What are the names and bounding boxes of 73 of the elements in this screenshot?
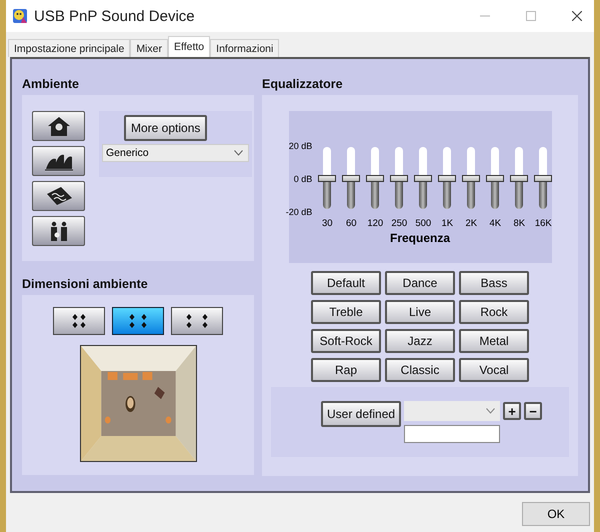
preset-button[interactable]: Classic [385, 358, 455, 382]
tab[interactable]: Effetto [168, 36, 210, 57]
frequency-label: 60 [346, 218, 357, 229]
section-title: Dimensioni ambiente [22, 277, 148, 291]
slider-track[interactable] [342, 147, 360, 209]
slider-track[interactable] [462, 147, 480, 209]
slider-thumb[interactable] [486, 175, 504, 182]
frequency-label: 16K [534, 218, 552, 229]
room-size-button[interactable] [112, 307, 164, 335]
tab[interactable]: Mixer [130, 39, 168, 57]
scale-label: -20 dB [286, 207, 312, 217]
slider-thumb[interactable] [462, 175, 480, 182]
tab[interactable]: Impostazione principale [8, 39, 130, 57]
preset-button[interactable]: Metal [459, 329, 529, 353]
tab[interactable]: Informazioni [210, 39, 280, 57]
slider-thumb[interactable] [318, 175, 336, 182]
slider-track[interactable] [366, 147, 384, 209]
scale-label: 20 dB [288, 141, 312, 151]
slider-track[interactable] [534, 147, 552, 209]
axis-label: Frequenza [390, 231, 450, 245]
frequency-label: 250 [391, 218, 408, 229]
speakers-icon [185, 314, 209, 328]
frequency-label: 120 [367, 218, 384, 229]
slider-track[interactable] [318, 147, 336, 209]
slider-track[interactable] [390, 147, 408, 209]
frequency-label: 500 [415, 218, 432, 229]
chevron-down-icon [486, 408, 496, 414]
user-defined-button[interactable]: User defined [321, 401, 402, 427]
slider-track[interactable] [438, 147, 456, 209]
environment-button[interactable] [32, 111, 85, 141]
frequency-label: 4K [489, 218, 502, 229]
frequency-label: 2K [465, 218, 478, 229]
name-field[interactable] [404, 425, 500, 443]
more-options-button[interactable]: More options [124, 115, 208, 141]
chevron-down-icon [234, 150, 243, 156]
slider-thumb[interactable] [414, 175, 432, 182]
preset-button[interactable]: Bass [459, 271, 529, 295]
slider-thumb[interactable] [366, 175, 384, 182]
close-icon[interactable] [572, 11, 582, 21]
preset-button[interactable]: Rock [459, 300, 529, 324]
environment-button[interactable] [32, 146, 85, 176]
preset-button[interactable]: Soft-Rock [311, 329, 381, 353]
slider-track[interactable] [414, 147, 432, 209]
slider-thumb[interactable] [510, 175, 528, 182]
slider-track[interactable] [486, 147, 504, 209]
slider-thumb[interactable] [342, 175, 360, 182]
preset-button[interactable]: Vocal [459, 358, 529, 382]
environment-dropdown[interactable]: Generico [102, 144, 249, 162]
remove-button[interactable]: − [524, 402, 542, 420]
slider-thumb[interactable] [390, 175, 408, 182]
frequency-label: 8K [513, 218, 526, 229]
slider-track[interactable] [510, 147, 528, 209]
preset-button[interactable]: Live [385, 300, 455, 324]
preset-button[interactable]: Rap [311, 358, 381, 382]
room-size-button[interactable] [171, 307, 223, 335]
scale-label: 0 dB [294, 174, 312, 184]
environment-button[interactable] [32, 181, 85, 211]
frequency-label: 30 [322, 218, 333, 229]
section-title: Equalizzatore [262, 77, 343, 91]
slider-thumb[interactable] [534, 175, 552, 182]
preset-button[interactable]: Dance [385, 271, 455, 295]
environment-button[interactable] [32, 216, 85, 246]
room-size-button[interactable] [53, 307, 105, 335]
app-icon [12, 8, 28, 24]
slider-thumb[interactable] [438, 175, 456, 182]
preset-button[interactable]: Default [311, 271, 381, 295]
preset-button[interactable]: Treble [311, 300, 381, 324]
section-title: Ambiente [22, 77, 79, 91]
window-title: USB PnP Sound Device [34, 8, 195, 24]
ok-button[interactable]: OK [522, 502, 590, 526]
add-button[interactable]: + [503, 402, 522, 420]
preset-button[interactable]: Jazz [385, 329, 455, 353]
frequency-label: 1K [441, 218, 454, 229]
